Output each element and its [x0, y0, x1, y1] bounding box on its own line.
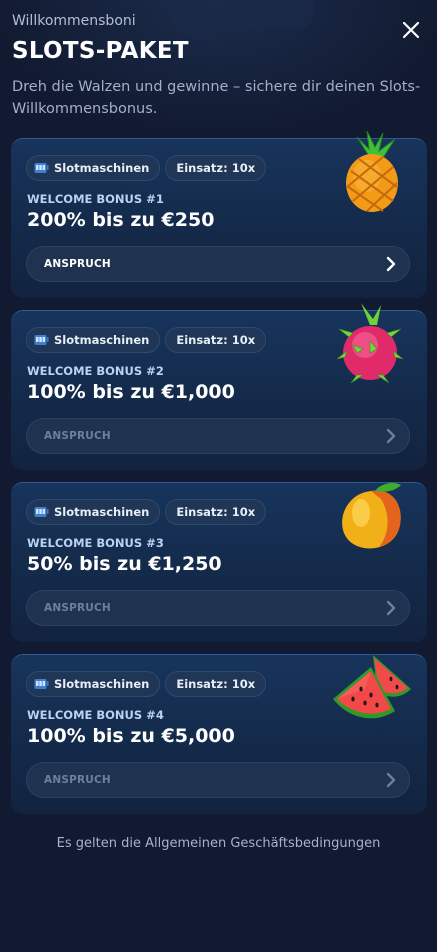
bonus-card-4: Slotmaschinen Einsatz: 10x WELCOME BONUS…	[11, 654, 427, 814]
bonus-tags: Slotmaschinen Einsatz: 10x	[26, 671, 267, 697]
claim-button-label: ANSPRUCH	[44, 602, 111, 614]
chevron-right-icon	[386, 428, 396, 444]
tag-slot-machines-label: Slotmaschinen	[54, 333, 150, 347]
bonus-tags: Slotmaschinen Einsatz: 10x	[26, 155, 267, 181]
chevron-right-icon	[386, 256, 396, 272]
slot-machine-icon	[34, 679, 49, 689]
bonus-tags: Slotmaschinen Einsatz: 10x	[26, 327, 267, 353]
bonus-number: WELCOME BONUS #4	[27, 708, 164, 722]
tag-wager: Einsatz: 10x	[165, 155, 267, 181]
claim-button[interactable]: ANSPRUCH	[26, 590, 410, 626]
background-leaf-decoration	[170, 0, 230, 40]
terms-link[interactable]: Es gelten die Allgemeinen Geschäftsbedin…	[0, 836, 437, 851]
tag-slot-machines: Slotmaschinen	[26, 327, 161, 353]
claim-button[interactable]: ANSPRUCH	[26, 762, 410, 798]
slot-machine-icon	[34, 335, 49, 345]
pineapple-icon	[346, 131, 398, 212]
chevron-right-icon	[386, 600, 396, 616]
page-subtitle: Dreh die Walzen und gewinne – sichere di…	[12, 79, 421, 117]
bonus-amount: 200% bis zu €250	[27, 209, 215, 231]
close-icon	[402, 21, 420, 39]
bonus-card-2: Slotmaschinen Einsatz: 10x WELCOME BONUS…	[11, 303, 427, 470]
page-title: SLOTS-PAKET	[12, 38, 189, 64]
background-leaf-decoration	[275, 0, 315, 30]
bonus-number: WELCOME BONUS #2	[27, 364, 164, 378]
claim-button[interactable]: ANSPRUCH	[26, 246, 410, 282]
tag-slot-machines-label: Slotmaschinen	[54, 161, 150, 175]
claim-button-label: ANSPRUCH	[44, 430, 111, 442]
bonus-amount: 50% bis zu €1,250	[27, 553, 222, 575]
bonus-amount: 100% bis zu €5,000	[27, 725, 235, 747]
close-button[interactable]	[398, 17, 424, 43]
bonus-card-1: Slotmaschinen Einsatz: 10x WELCOME BONUS…	[11, 131, 427, 298]
tag-slot-machines: Slotmaschinen	[26, 499, 161, 525]
tag-wager: Einsatz: 10x	[165, 499, 267, 525]
tag-slot-machines: Slotmaschinen	[26, 155, 161, 181]
slot-machine-icon	[34, 163, 49, 173]
tag-slot-machines: Slotmaschinen	[26, 671, 161, 697]
tag-slot-machines-label: Slotmaschinen	[54, 677, 150, 691]
tag-wager: Einsatz: 10x	[165, 671, 267, 697]
bonus-number: WELCOME BONUS #3	[27, 536, 164, 550]
tag-wager: Einsatz: 10x	[165, 327, 267, 353]
watermelon-icon	[333, 655, 411, 719]
bonus-card-3: Slotmaschinen Einsatz: 10x WELCOME BONUS…	[11, 482, 427, 642]
slot-machine-icon	[34, 507, 49, 517]
bonus-number: WELCOME BONUS #1	[27, 192, 164, 206]
tag-slot-machines-label: Slotmaschinen	[54, 505, 150, 519]
chevron-right-icon	[386, 772, 396, 788]
bonus-tags: Slotmaschinen Einsatz: 10x	[26, 499, 267, 525]
dragonfruit-icon	[337, 303, 403, 383]
bonus-amount: 100% bis zu €1,000	[27, 381, 235, 403]
eyebrow-label: Willkommensboni	[12, 13, 136, 29]
claim-button-label: ANSPRUCH	[44, 774, 111, 786]
claim-button[interactable]: ANSPRUCH	[26, 418, 410, 454]
mango-icon	[342, 483, 401, 549]
claim-button-label: ANSPRUCH	[44, 258, 111, 270]
